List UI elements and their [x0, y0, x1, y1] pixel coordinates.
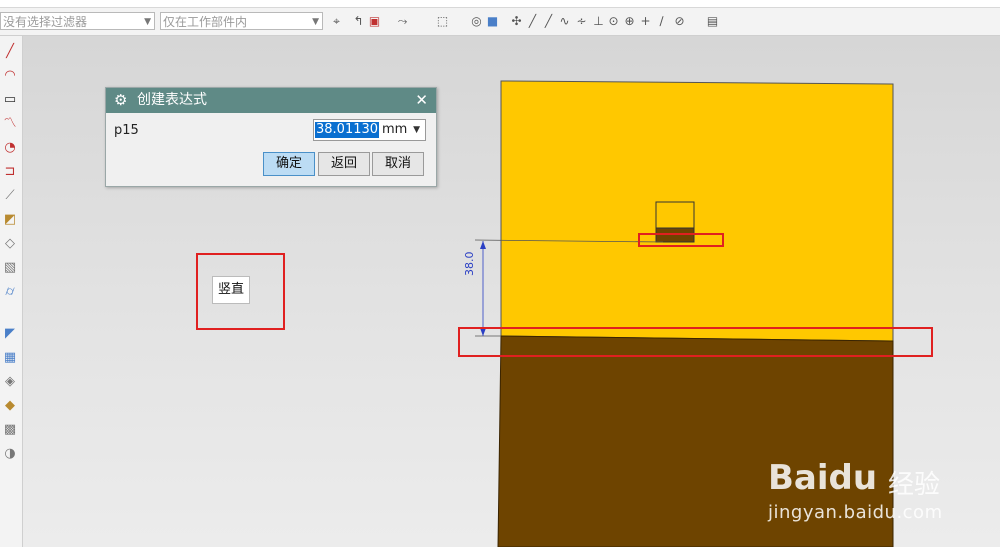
back-button[interactable]: 返回 — [318, 152, 370, 176]
arc-icon[interactable]: ◠ — [2, 68, 18, 84]
perp-icon[interactable]: ⊥ — [592, 15, 605, 28]
transform-icon[interactable]: ⤳ — [396, 15, 409, 28]
view-icon[interactable]: ◎ — [470, 15, 483, 28]
dialog-title: 创建表达式 — [137, 92, 207, 108]
snap-icon[interactable]: ⌖ — [330, 15, 343, 28]
extrude-icon[interactable]: ◩ — [2, 212, 18, 228]
offset-icon[interactable]: ⊐ — [2, 164, 18, 180]
chevron-down-icon[interactable]: ▼ — [413, 122, 420, 138]
polyline-icon[interactable]: 〽 — [2, 116, 18, 132]
chevron-down-icon: ▼ — [312, 17, 319, 27]
cube-icon[interactable]: ■ — [486, 15, 499, 28]
selection-toolbar: 没有选择过滤器 ▼ 仅在工作部件内 ▼ ⌖ ↰ ▣ ⤳ ⬚ ◎ ■ ✣ ╱ ╱ … — [0, 8, 1000, 36]
rectangle-icon[interactable]: ▭ — [2, 92, 18, 108]
line-icon[interactable]: ╱ — [526, 15, 539, 28]
filter-combo-value: 没有选择过滤器 — [3, 15, 88, 29]
small-cube-top[interactable] — [655, 201, 695, 229]
filter-combo[interactable]: 没有选择过滤器 ▼ — [0, 12, 155, 30]
sew-icon[interactable]: ◆ — [2, 398, 18, 414]
curve-icon[interactable]: ∿ — [558, 15, 571, 28]
sweep-icon[interactable]: ▧ — [2, 260, 18, 276]
gear-icon[interactable]: ⚙ — [114, 88, 127, 113]
blend-icon[interactable]: ◈ — [2, 374, 18, 390]
circle-icon[interactable]: ⊙ — [607, 15, 620, 28]
chevron-down-icon: ▼ — [144, 17, 151, 27]
layer-icon[interactable]: ▤ — [706, 15, 719, 28]
point-on-icon[interactable]: ∻ — [575, 15, 588, 28]
dialog-titlebar: ⚙ 创建表达式 ✕ — [106, 88, 436, 113]
arc-icon[interactable]: ╱ — [542, 15, 555, 28]
unit-label[interactable]: mm — [382, 122, 407, 138]
expression-value-field[interactable]: 38.01130 mm ▼ — [313, 119, 426, 141]
left-toolbar: ╱ ◠ ▭ 〽 ◔ ⊐ ⟋ ◩ ◇ ▧ ⌭ ◤ ▦ ◈ ◆ ▩ ◑ — [0, 36, 23, 547]
revolve-icon[interactable]: ◇ — [2, 236, 18, 252]
tube-icon[interactable]: ◑ — [2, 446, 18, 462]
ok-button[interactable]: 确定 — [263, 152, 315, 176]
trim-icon[interactable]: ⟋ — [2, 188, 18, 204]
cylinder-icon[interactable]: ⌭ — [2, 284, 18, 300]
face-icon[interactable]: ⊘ — [673, 15, 686, 28]
slash-icon[interactable]: ∕ — [655, 15, 668, 28]
dimension-arrow-top — [480, 241, 486, 249]
surface-icon[interactable]: ◤ — [2, 326, 18, 342]
scope-combo-value: 仅在工作部件内 — [163, 15, 248, 29]
top-menu-strip — [0, 0, 1000, 8]
create-expression-dialog: ⚙ 创建表达式 ✕ p15 38.01130 mm ▼ 确定 返回 取消 — [105, 87, 437, 187]
highlight-box-face-edge — [458, 327, 933, 357]
point-icon[interactable]: ▣ — [368, 15, 381, 28]
constraint-tooltip: 竖直 — [212, 276, 250, 304]
watermark-brand: Baidu — [768, 458, 878, 498]
plus-icon[interactable]: + — [639, 15, 652, 28]
trim-body-icon[interactable]: ▩ — [2, 422, 18, 438]
select-icon[interactable]: ↰ — [352, 15, 365, 28]
part-top-face[interactable] — [500, 80, 894, 342]
point-snap-icon[interactable]: ✣ — [510, 15, 523, 28]
mesh-icon[interactable]: ▦ — [2, 350, 18, 366]
scope-combo[interactable]: 仅在工作部件内 ▼ — [160, 12, 323, 30]
fillet-icon[interactable]: ◔ — [2, 140, 18, 156]
dimension-label[interactable]: 38.0 — [463, 252, 476, 277]
expression-name: p15 — [114, 123, 139, 138]
watermark-url: jingyan.baidu.com — [768, 502, 943, 523]
cancel-button[interactable]: 取消 — [372, 152, 424, 176]
expression-value-text[interactable]: 38.01130 — [315, 122, 380, 138]
line-icon[interactable]: ╱ — [2, 44, 18, 60]
center-icon[interactable]: ⊕ — [623, 15, 636, 28]
baidu-watermark: Baidu 经验 jingyan.baidu.com — [768, 458, 948, 528]
rect-select-icon[interactable]: ⬚ — [436, 15, 449, 28]
watermark-suffix: 经验 — [888, 470, 941, 500]
close-icon[interactable]: ✕ — [415, 88, 428, 113]
highlight-box-cube-edge — [638, 233, 724, 247]
